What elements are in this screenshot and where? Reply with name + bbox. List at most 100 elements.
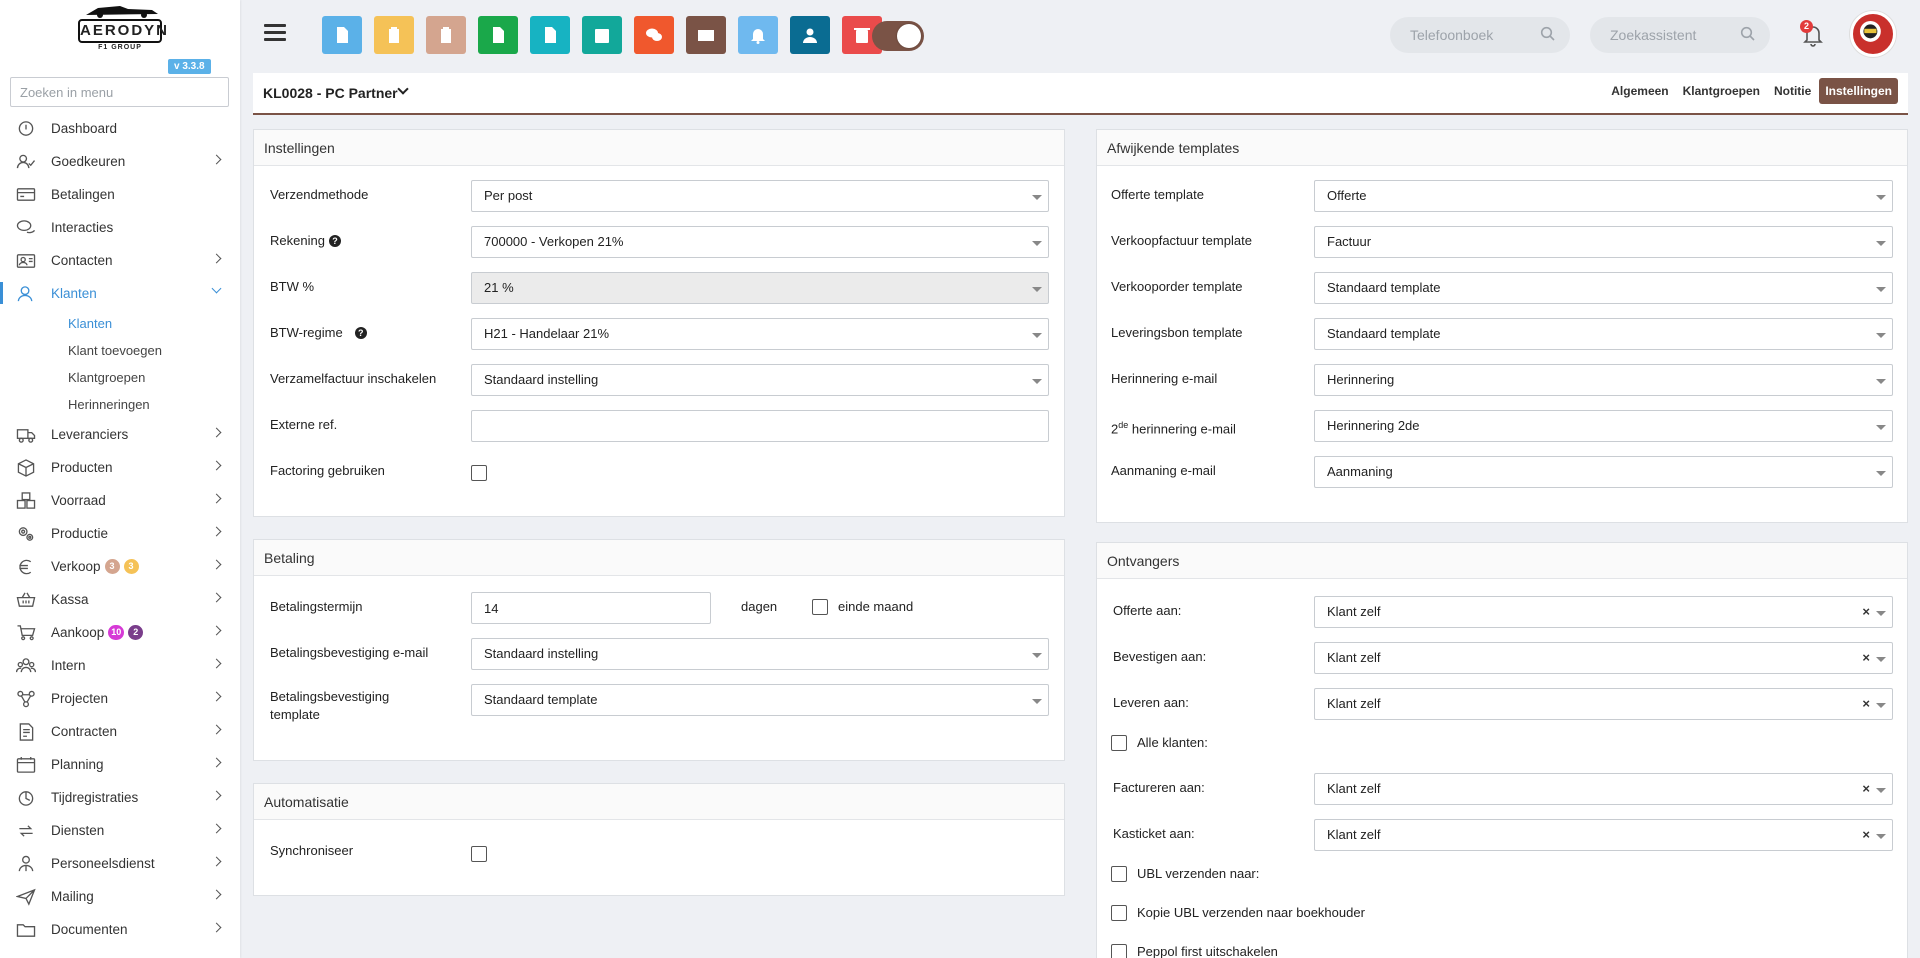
sidebar-item-intern[interactable]: Intern (0, 649, 240, 682)
sidebar-subitem[interactable]: Klanten (0, 310, 240, 337)
sidebar-item-contacten[interactable]: Contacten (0, 244, 240, 277)
sidebar-item-contracten[interactable]: Contracten (0, 715, 240, 748)
deliver-recipient-select[interactable]: Klant zelf × (1314, 688, 1893, 720)
sidebar-item-diensten[interactable]: Diensten (0, 814, 240, 847)
payment-term-input[interactable] (471, 592, 711, 624)
version-badge: v 3.3.8 (168, 59, 211, 74)
sidebar-item-verkoop[interactable]: Verkoop 3 3 (0, 550, 240, 583)
clear-icon[interactable]: × (1862, 597, 1870, 627)
sidebar-item-tijdregistraties[interactable]: Tijdregistraties (0, 781, 240, 814)
euro-icon (15, 557, 37, 577)
sidebar-item-dashboard[interactable]: Dashboard (0, 112, 240, 145)
sync-checkbox[interactable] (471, 846, 487, 862)
gears-icon (15, 524, 37, 544)
clear-icon[interactable]: × (1862, 689, 1870, 719)
bell-button[interactable] (738, 16, 778, 54)
chevron-right-icon (211, 757, 222, 768)
settings-field-label: Verzamelfactuur inschakelen (270, 370, 436, 388)
sidebar-item-kassa[interactable]: Kassa (0, 583, 240, 616)
quote-recipient-select[interactable]: Klant zelf × (1314, 596, 1893, 628)
hamburger-menu-button[interactable] (264, 24, 286, 44)
sidebar-item-voorraad[interactable]: Voorraad (0, 484, 240, 517)
clipboard-button[interactable] (374, 16, 414, 54)
sidebar-item-projecten[interactable]: Projecten (0, 682, 240, 715)
help-icon[interactable]: ? (328, 235, 341, 247)
external-ref-input[interactable] (471, 410, 1049, 442)
sidebar-item-aankoop[interactable]: Aankoop 10 2 (0, 616, 240, 649)
peppol-label: Peppol first uitschakelen (1137, 944, 1278, 958)
all-customers-checkbox[interactable] (1111, 735, 1127, 751)
basket-icon (15, 590, 37, 610)
confirm-recipient-select[interactable]: Klant zelf × (1314, 642, 1893, 674)
chevron-down-icon[interactable] (397, 83, 409, 95)
sidebar-item-leveranciers[interactable]: Leveranciers (0, 418, 240, 451)
quote-recipient-value: Klant zelf (1327, 604, 1381, 619)
ubl-checkbox[interactable] (1111, 866, 1127, 882)
document-button[interactable] (322, 16, 362, 54)
invoice-recipient-select[interactable]: Klant zelf × (1314, 773, 1893, 805)
clear-icon[interactable]: × (1862, 774, 1870, 804)
sidebar-subitem[interactable]: Klant toevoegen (0, 337, 240, 364)
ubl-copy-checkbox[interactable] (1111, 905, 1127, 921)
factoring-checkbox[interactable] (471, 465, 487, 481)
template-select[interactable]: Herinnering 2de (1314, 410, 1893, 442)
help-icon[interactable]: ? (354, 327, 367, 339)
sidebar-item-betalingen[interactable]: Betalingen (0, 178, 240, 211)
sidebar-item-interacties[interactable]: Interacties (0, 211, 240, 244)
user-avatar[interactable] (1850, 11, 1896, 57)
sidebar-item-personeelsdienst[interactable]: Personeelsdienst (0, 847, 240, 880)
dropdown-arrow-icon (1876, 287, 1886, 292)
dropdown-arrow-icon (1032, 195, 1042, 200)
clear-icon[interactable]: × (1862, 643, 1870, 673)
sidebar-item-mailing[interactable]: Mailing (0, 880, 240, 913)
envelope-button[interactable] (686, 16, 726, 54)
truck-icon (15, 425, 37, 445)
menu-search-input[interactable] (10, 77, 229, 107)
chat-button[interactable] (634, 16, 674, 54)
clipboard-button[interactable] (426, 16, 466, 54)
template-select[interactable]: Offerte (1314, 180, 1893, 212)
file-button[interactable] (530, 16, 570, 54)
spreadsheet-button[interactable] (478, 16, 518, 54)
timer-icon (15, 788, 37, 808)
sidebar-item-planning[interactable]: Planning (0, 748, 240, 781)
settings-select[interactable]: Per post (471, 180, 1049, 212)
settings-field-label-text: Externe ref. (270, 417, 338, 432)
template-select[interactable]: Aanmaning (1314, 456, 1893, 488)
sidebar-item-documenten[interactable]: Documenten (0, 913, 240, 946)
tab-klantgroepen[interactable]: Klantgroepen (1677, 78, 1766, 104)
payment-template-select[interactable]: Standaard template (471, 684, 1049, 716)
calendar-check-button[interactable] (582, 16, 622, 54)
end-of-month-checkbox[interactable] (812, 599, 828, 615)
payment-email-select[interactable]: Standaard instelling (471, 638, 1049, 670)
receipt-recipient-select[interactable]: Klant zelf × (1314, 819, 1893, 851)
settings-select[interactable]: H21 - Handelaar 21% (471, 318, 1049, 350)
trash-icon (854, 28, 870, 43)
settings-select[interactable]: 700000 - Verkopen 21% (471, 226, 1049, 258)
template-select[interactable]: Standaard template (1314, 272, 1893, 304)
settings-select[interactable]: 21 % (471, 272, 1049, 304)
peppol-checkbox[interactable] (1111, 944, 1127, 958)
theme-toggle[interactable] (872, 21, 924, 51)
sidebar-item-productie[interactable]: Productie (0, 517, 240, 550)
tab-notitie[interactable]: Notitie (1768, 78, 1817, 104)
sidebar-item-producten[interactable]: Producten (0, 451, 240, 484)
sidebar-subitem[interactable]: Herinneringen (0, 391, 240, 418)
clear-icon[interactable]: × (1862, 820, 1870, 850)
settings-select[interactable]: Standaard instelling (471, 364, 1049, 396)
tab-algemeen[interactable]: Algemeen (1605, 78, 1674, 104)
user-button[interactable] (790, 16, 830, 54)
tab-instellingen[interactable]: Instellingen (1819, 78, 1898, 104)
template-select-value: Factuur (1327, 234, 1372, 249)
sidebar-item-klanten[interactable]: Klanten (0, 277, 240, 310)
dropdown-arrow-icon (1876, 241, 1886, 246)
template-select[interactable]: Factuur (1314, 226, 1893, 258)
envelope-icon (698, 30, 714, 41)
sidebar-subitem[interactable]: Klantgroepen (0, 364, 240, 391)
sidebar-item-goedkeuren[interactable]: Goedkeuren (0, 145, 240, 178)
template-select[interactable]: Herinnering (1314, 364, 1893, 396)
template-select[interactable]: Standaard template (1314, 318, 1893, 350)
page-title[interactable]: KL0028 - PC Partner (263, 85, 398, 101)
template-select-value: Herinnering (1327, 372, 1395, 387)
dropdown-arrow-icon (1876, 788, 1886, 793)
